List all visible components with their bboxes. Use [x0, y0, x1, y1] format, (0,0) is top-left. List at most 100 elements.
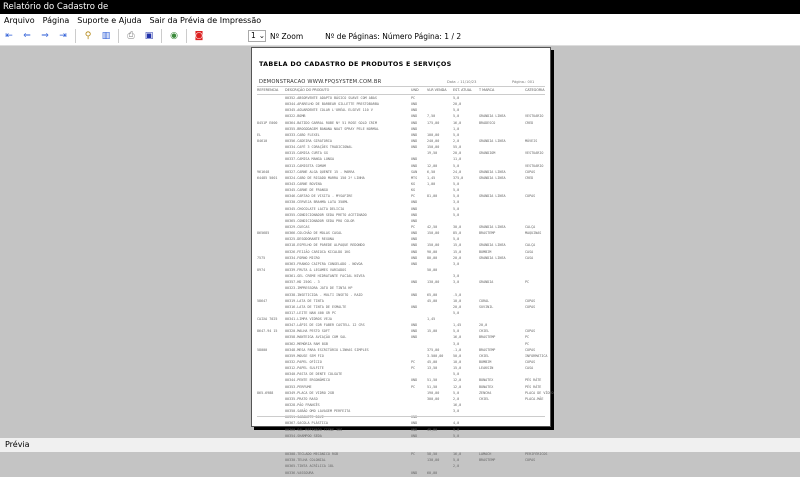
cell-price: 15,00 — [427, 329, 438, 334]
cell-brand: GRANDIA LINEA — [479, 138, 506, 143]
cell-price: 190,00 — [427, 390, 440, 395]
cell-stock: 2,0 — [453, 138, 460, 143]
menu-pagina[interactable]: Página — [39, 14, 74, 27]
cell-price: 100,00 — [427, 132, 440, 137]
cell-stock: 2,0 — [453, 396, 460, 401]
cell-und: PC — [411, 96, 416, 100]
first-page-icon[interactable]: ⇤ — [0, 28, 18, 44]
cell-stock: 3,0 — [453, 280, 460, 285]
cell-price: 130,00 — [427, 458, 440, 463]
status-bar: Prévia — [0, 438, 800, 452]
col-stock: EST. ATUAL — [453, 88, 472, 92]
cell-desc: 00350-SABÃO OMO LAVAGEM PERFEITA — [285, 409, 351, 414]
cell-und: UND — [411, 145, 418, 150]
cell-stock: -5,0 — [453, 292, 462, 297]
cell-stock: 10,0 — [453, 298, 462, 303]
cell-ref: 64485 5001 — [257, 175, 278, 180]
cell-price: 150,00 — [427, 145, 440, 150]
cell-price: 19,50 — [427, 151, 438, 156]
zoom-label: Nº Zoom — [270, 31, 304, 41]
zoom-select[interactable]: 1 ⌄ — [248, 30, 266, 42]
cell-und: UND — [411, 427, 418, 432]
menu-sair[interactable]: Sair da Prévia de Impressão — [146, 14, 266, 27]
menu-arquivo[interactable]: Arquivo — [0, 14, 39, 27]
cell-brand: BRASTEMP — [479, 458, 496, 463]
cell-category: COPAS — [525, 304, 536, 309]
cell-brand: BONATEX — [479, 378, 494, 383]
cell-stock: 5,0 — [453, 96, 460, 100]
cell-ref: 961648 — [257, 169, 270, 174]
cell-stock: 11,0 — [453, 157, 462, 162]
cell-stock: 10,0 — [453, 360, 462, 365]
cell-und: UND — [411, 200, 418, 205]
cell-category: COPAS — [525, 298, 536, 303]
cell-category: COPAS — [525, 347, 536, 352]
cell-price: 240,00 — [427, 138, 440, 143]
export-icon[interactable]: ◉ — [165, 28, 183, 44]
cell-desc: 00364-BATIDO GARRAL ROBE Nº 51 ROSE GOLD… — [285, 120, 377, 125]
menu-bar: Arquivo Página Suporte e Ajuda Sair da P… — [0, 14, 800, 27]
cell-und: UND — [411, 237, 418, 242]
cell-und: UND — [411, 329, 418, 334]
cell-brand: GRANDIOM — [479, 151, 496, 156]
prev-page-icon[interactable]: ⇐ — [18, 28, 36, 44]
cell-und: UND — [411, 323, 418, 328]
col-brand: T MARCA — [479, 88, 495, 92]
cell-category: INFORMATICA — [525, 353, 548, 358]
cell-stock: 20,0 — [453, 255, 462, 260]
cell-ref: 865-6988 — [257, 390, 274, 395]
zoom-icon[interactable]: ⚲ — [79, 28, 97, 44]
next-page-icon[interactable]: ⇒ — [36, 28, 54, 44]
cell-desc: 00344-PENTE ERGONÔMICO — [285, 378, 330, 383]
cell-ref: 58000 — [257, 347, 268, 352]
cell-stock: 15,0 — [453, 243, 462, 248]
cell-stock: 20,0 — [453, 304, 462, 309]
cell-desc: 00366-COLCHÃO DE MOLAS CASAL — [285, 231, 343, 236]
cell-price: 150,00 — [427, 231, 440, 236]
cell-price: 130,00 — [427, 280, 440, 285]
cell-ref: 8647-94 15 — [257, 329, 278, 334]
cell-price: 375,00 — [427, 347, 440, 352]
print-setup-icon[interactable]: ▣ — [140, 28, 158, 44]
cell-und: UND — [411, 231, 418, 236]
cell-desc: 00330-TELHA COLONIAL — [285, 458, 326, 463]
cell-price: 45,00 — [427, 298, 438, 303]
page-view-icon[interactable]: ▥ — [97, 28, 115, 44]
cell-stock: 5,0 — [453, 458, 460, 463]
cell-price: 12,00 — [427, 163, 438, 168]
cell-und: PC — [411, 360, 416, 365]
cell-und: UND — [411, 157, 418, 162]
print-icon[interactable]: ⎙ — [122, 28, 140, 44]
col-price: VLR VENDA — [427, 88, 447, 92]
cell-und: PC — [411, 224, 416, 229]
cell-brand: GRANDIA LINEA — [479, 194, 506, 199]
cell-category: COPAS — [525, 458, 536, 463]
cell-category: VESTUARIO — [525, 151, 544, 156]
cell-desc: 00337-CAMISA MANGA LONGA — [285, 157, 334, 162]
cell-desc: 00318-ESPELHO DE PAREDE ALPAQUE REDONDO — [285, 243, 365, 248]
cell-stock: 3,0 — [453, 200, 460, 205]
cell-stock: 3,0 — [453, 409, 460, 414]
cell-price: 51,50 — [427, 384, 438, 389]
cell-stock: 5,0 — [453, 194, 460, 199]
last-page-icon[interactable]: ⇥ — [54, 28, 72, 44]
cell-category: PLACA-MÃE — [525, 396, 544, 401]
cell-desc: 00332-PAPEL OFÍCIO — [285, 360, 322, 365]
cell-desc: 00338-INSETICIDA - MULTI INSETO - RAID — [285, 292, 363, 297]
report-rows: 00352-ABSORVENTE ADAPTO BÁSICO SUAVE COM… — [257, 96, 554, 477]
close-icon[interactable]: ◙ — [190, 28, 208, 44]
cell-brand: GRANDIA LINEA — [479, 169, 506, 174]
cell-desc: 00357-HD 250G - 3 — [285, 280, 320, 285]
cell-desc: 00356-CADEIRA GIRATORIA — [285, 138, 332, 143]
menu-suporte[interactable]: Suporte e Ajuda — [73, 14, 145, 27]
cell-category: PC — [525, 280, 530, 285]
cell-stock: 4,0 — [453, 421, 460, 426]
cell-stock: 5,0 — [453, 206, 460, 211]
cell-desc: 00336-VASSOURA — [285, 470, 314, 475]
cell-desc: 00352-ABSORVENTE ADAPTO BÁSICO SUAVE COM… — [285, 96, 377, 100]
cell-desc: 00345-CHOCOLATE LACTA DELICIA — [285, 206, 345, 211]
cell-und: UND — [411, 102, 418, 107]
cell-stock: 16,0 — [453, 120, 462, 125]
cell-stock: 5,0 — [453, 163, 460, 168]
col-desc: DESCRIÇÃO DO PRODUTO — [285, 88, 330, 92]
